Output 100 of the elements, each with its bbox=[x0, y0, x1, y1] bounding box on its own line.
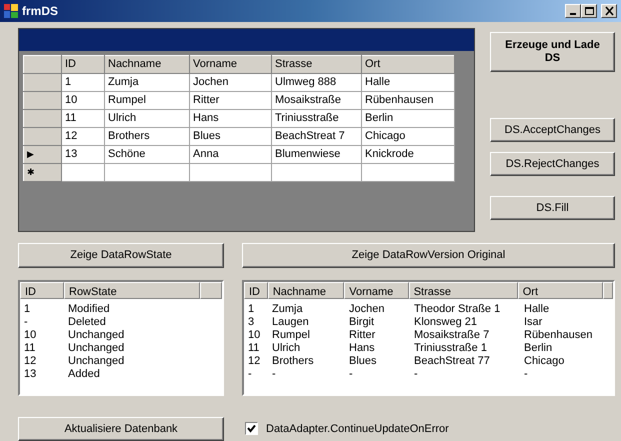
grid-cell[interactable]: Zumja bbox=[104, 74, 190, 92]
checkbox[interactable] bbox=[245, 422, 258, 436]
list-cell-text: Unchanged bbox=[67, 329, 126, 342]
column-header[interactable]: Nachname bbox=[104, 56, 190, 74]
list-cell-text: 13 bbox=[23, 368, 38, 381]
column-header[interactable]: RowState bbox=[64, 282, 200, 299]
grid-cell[interactable]: Brothers bbox=[104, 128, 190, 146]
row-header[interactable] bbox=[24, 74, 62, 92]
grid-cell[interactable]: Halle bbox=[362, 74, 454, 92]
list-cell-text: Chicago bbox=[523, 355, 566, 368]
column-header[interactable]: Strasse bbox=[272, 56, 362, 74]
grid-cell[interactable]: Triniusstraße bbox=[272, 110, 362, 128]
grid-cell[interactable] bbox=[272, 164, 362, 182]
show-state-button[interactable]: Zeige DataRowState bbox=[18, 243, 224, 268]
update-button[interactable]: Aktualisiere Datenbank bbox=[18, 417, 224, 441]
minimize-icon bbox=[570, 13, 576, 15]
grid-cell[interactable]: Blues bbox=[190, 128, 272, 146]
column-header[interactable]: Vorname bbox=[344, 282, 409, 299]
maximize-button[interactable] bbox=[581, 4, 597, 18]
column-header[interactable]: Vorname bbox=[190, 56, 272, 74]
list-cell-text: Mosaikstraße 7 bbox=[413, 329, 490, 342]
window-title: frmDS bbox=[22, 3, 58, 20]
list-cell-text: Theodor Straße 1 bbox=[413, 303, 502, 316]
list-cell-text: Hans bbox=[348, 342, 376, 355]
action-button[interactable]: DS.Fill bbox=[490, 196, 615, 220]
list-cell-text: BeachStreat 77 bbox=[413, 355, 491, 368]
list-cell-text: 1 bbox=[247, 303, 256, 316]
grid-cell[interactable]: 10 bbox=[62, 92, 104, 110]
action-button[interactable]: DS.AcceptChanges bbox=[490, 118, 615, 142]
list-cell-text: 1 bbox=[23, 303, 32, 316]
grid-cell[interactable]: Rumpel bbox=[104, 92, 190, 110]
column-header[interactable]: Nachname bbox=[268, 282, 344, 299]
grid-cell[interactable] bbox=[362, 164, 454, 182]
row-header[interactable] bbox=[24, 128, 62, 146]
list-cell-text: Added bbox=[67, 368, 101, 381]
list-cell-text: Rumpel bbox=[271, 329, 311, 342]
list-cell-text: Berlin bbox=[523, 342, 554, 355]
grid-cell[interactable]: Schöne bbox=[104, 146, 190, 164]
list-cell-text: - bbox=[413, 368, 419, 381]
grid-cell[interactable]: 1 bbox=[62, 74, 104, 92]
list-cell-text: Zumja bbox=[271, 303, 304, 316]
row-header[interactable] bbox=[24, 110, 62, 128]
grid-cell[interactable]: Anna bbox=[190, 146, 272, 164]
grid-cell[interactable] bbox=[62, 164, 104, 182]
list-cell-text: Brothers bbox=[271, 355, 315, 368]
list-cell-text: Triniusstraße 1 bbox=[413, 342, 488, 355]
list-cell-text: Laugen bbox=[271, 316, 310, 329]
list-cell-text: - bbox=[271, 368, 277, 381]
grid-cell[interactable]: Blumenwiese bbox=[272, 146, 362, 164]
list-cell-text: Deleted bbox=[67, 316, 107, 329]
current-row-indicator[interactable]: ▶ bbox=[24, 146, 62, 164]
show-version-button[interactable]: Zeige DataRowVersion Original bbox=[242, 243, 615, 268]
grid-cell[interactable]: Ritter bbox=[190, 92, 272, 110]
list-cell-text: Klonsweg 21 bbox=[413, 316, 478, 329]
list-cell-text: - bbox=[247, 368, 253, 381]
action-button[interactable]: Erzeuge und Lade DS bbox=[490, 32, 615, 72]
grid-cell[interactable] bbox=[190, 164, 272, 182]
app-icon bbox=[4, 4, 18, 18]
column-header[interactable]: ID bbox=[62, 56, 104, 74]
list-cell-text: Rübenhausen bbox=[523, 329, 594, 342]
list-cell-text: 10 bbox=[247, 329, 262, 342]
list-cell-text: Modified bbox=[67, 303, 111, 316]
list-cell-text: - bbox=[348, 368, 354, 381]
list-cell-text: 11 bbox=[247, 342, 260, 355]
grid-cell[interactable]: Berlin bbox=[362, 110, 454, 128]
column-header[interactable]: ID bbox=[244, 282, 268, 299]
grid-cell[interactable]: Ulmweg 888 bbox=[272, 74, 362, 92]
list-cell-text: Ulrich bbox=[271, 342, 302, 355]
grid-cell[interactable]: 12 bbox=[62, 128, 104, 146]
new-row-indicator[interactable]: ✱ bbox=[24, 164, 62, 182]
grid-cell[interactable]: 11 bbox=[62, 110, 104, 128]
maximize-icon bbox=[584, 6, 594, 16]
list-cell-text: Jochen bbox=[348, 303, 386, 316]
action-button[interactable]: DS.RejectChanges bbox=[490, 152, 615, 176]
list-cell-text: - bbox=[523, 368, 529, 381]
grid-cell[interactable]: Knickrode bbox=[362, 146, 454, 164]
list-cell-text: Unchanged bbox=[67, 355, 126, 368]
grid-cell[interactable]: Hans bbox=[190, 110, 272, 128]
grid-cell[interactable]: Rübenhausen bbox=[362, 92, 454, 110]
grid-cell[interactable]: Mosaikstraße bbox=[272, 92, 362, 110]
close-icon bbox=[604, 6, 614, 16]
column-header[interactable]: ID bbox=[20, 282, 64, 299]
grid-cell[interactable]: Jochen bbox=[190, 74, 272, 92]
list-cell-text: Blues bbox=[348, 355, 378, 368]
row-header[interactable] bbox=[24, 92, 62, 110]
list-cell-text: Birgit bbox=[348, 316, 376, 329]
minimize-button[interactable] bbox=[565, 4, 581, 18]
column-header[interactable]: Ort bbox=[362, 56, 454, 74]
list-cell-text: 12 bbox=[247, 355, 262, 368]
grid-cell[interactable]: Chicago bbox=[362, 128, 454, 146]
column-header[interactable]: Strasse bbox=[408, 282, 518, 299]
list-cell-text: 12 bbox=[23, 355, 38, 368]
close-button[interactable] bbox=[601, 4, 617, 18]
list-cell-text: 3 bbox=[247, 316, 256, 329]
grid-cell[interactable]: Ulrich bbox=[104, 110, 190, 128]
grid-cell[interactable] bbox=[104, 164, 190, 182]
list-cell-text: Ritter bbox=[348, 329, 376, 342]
column-header[interactable]: Ort bbox=[518, 282, 603, 299]
grid-cell[interactable]: 13 bbox=[62, 146, 104, 164]
grid-cell[interactable]: BeachStreat 7 bbox=[272, 128, 362, 146]
